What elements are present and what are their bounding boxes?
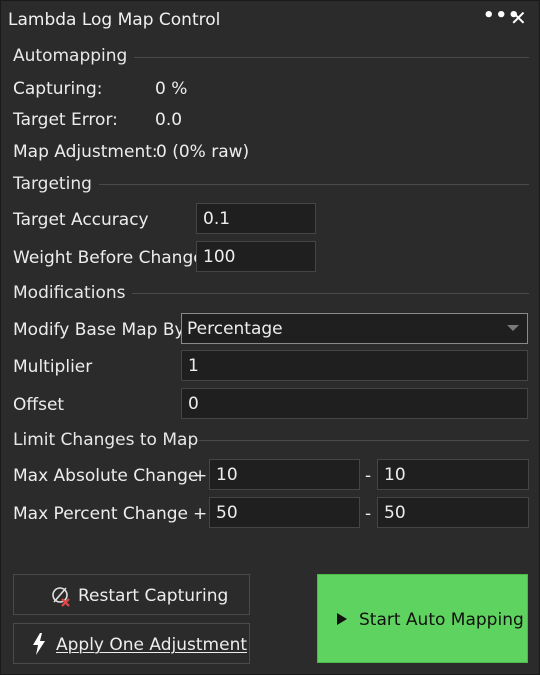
multiplier-label: Multiplier: [13, 357, 93, 377]
targeting-divider: [99, 184, 529, 185]
close-icon[interactable]: ✕: [510, 6, 527, 30]
offset-input[interactable]: 0: [181, 388, 528, 419]
max-absolute-plus-input[interactable]: 10: [209, 459, 360, 490]
lightning-icon: [32, 633, 46, 660]
start-auto-mapping-label: Start Auto Mapping: [359, 610, 524, 630]
max-percent-plus-input[interactable]: 50: [209, 497, 360, 528]
capturing-label: Capturing:: [13, 79, 103, 99]
restart-capturing-label: Restart Capturing: [78, 586, 229, 606]
modify-base-map-value: Percentage: [187, 319, 283, 339]
weight-before-change-input[interactable]: 100: [196, 241, 316, 272]
automapping-header: Automapping: [13, 46, 128, 66]
apply-one-adjustment-button[interactable]: Apply One Adjustment: [13, 623, 250, 664]
plus-sign: +: [193, 504, 208, 524]
capturing-value: 0 %: [155, 79, 188, 99]
apply-one-adjustment-label: Apply One Adjustment: [56, 635, 248, 655]
modify-base-map-select[interactable]: Percentage: [181, 313, 528, 344]
restart-capturing-button[interactable]: Restart Capturing: [13, 574, 250, 615]
max-percent-change-label: Max Percent Change: [13, 504, 189, 524]
start-auto-mapping-button[interactable]: Start Auto Mapping: [317, 574, 528, 663]
minus-sign: -: [365, 466, 372, 486]
modifications-divider: [132, 293, 529, 294]
map-control-window: Lambda Log Map Control ••• ✕ Automapping…: [0, 0, 540, 675]
map-adjustment-label: Map Adjustment:: [13, 142, 158, 162]
target-error-label: Target Error:: [13, 110, 118, 130]
play-icon: [337, 610, 347, 630]
target-accuracy-label: Target Accuracy: [13, 210, 149, 230]
modifications-header: Modifications: [13, 283, 126, 303]
max-absolute-change-label: Max Absolute Change: [13, 466, 199, 486]
window-title: Lambda Log Map Control: [8, 10, 221, 30]
limit-changes-header: Limit Changes to Map: [13, 430, 199, 450]
target-accuracy-input[interactable]: 0.1: [196, 203, 316, 234]
targeting-header: Targeting: [13, 174, 92, 194]
chevron-down-icon: [507, 325, 519, 331]
max-absolute-minus-input[interactable]: 10: [377, 459, 529, 490]
max-percent-minus-input[interactable]: 50: [377, 497, 529, 528]
weight-before-change-label: Weight Before Change: [13, 248, 204, 268]
title-bar[interactable]: Lambda Log Map Control ••• ✕: [1, 1, 539, 39]
plus-sign: +: [193, 466, 208, 486]
offset-label: Offset: [13, 395, 65, 415]
modify-base-map-label: Modify Base Map By: [13, 320, 185, 340]
automapping-divider: [134, 57, 529, 58]
multiplier-input[interactable]: 1: [181, 350, 528, 381]
limit-changes-divider: [199, 440, 529, 441]
map-adjustment-value: 0 (0% raw): [156, 142, 250, 162]
restart-capture-icon: [51, 585, 71, 612]
target-error-value: 0.0: [155, 110, 183, 130]
minus-sign: -: [365, 504, 372, 524]
